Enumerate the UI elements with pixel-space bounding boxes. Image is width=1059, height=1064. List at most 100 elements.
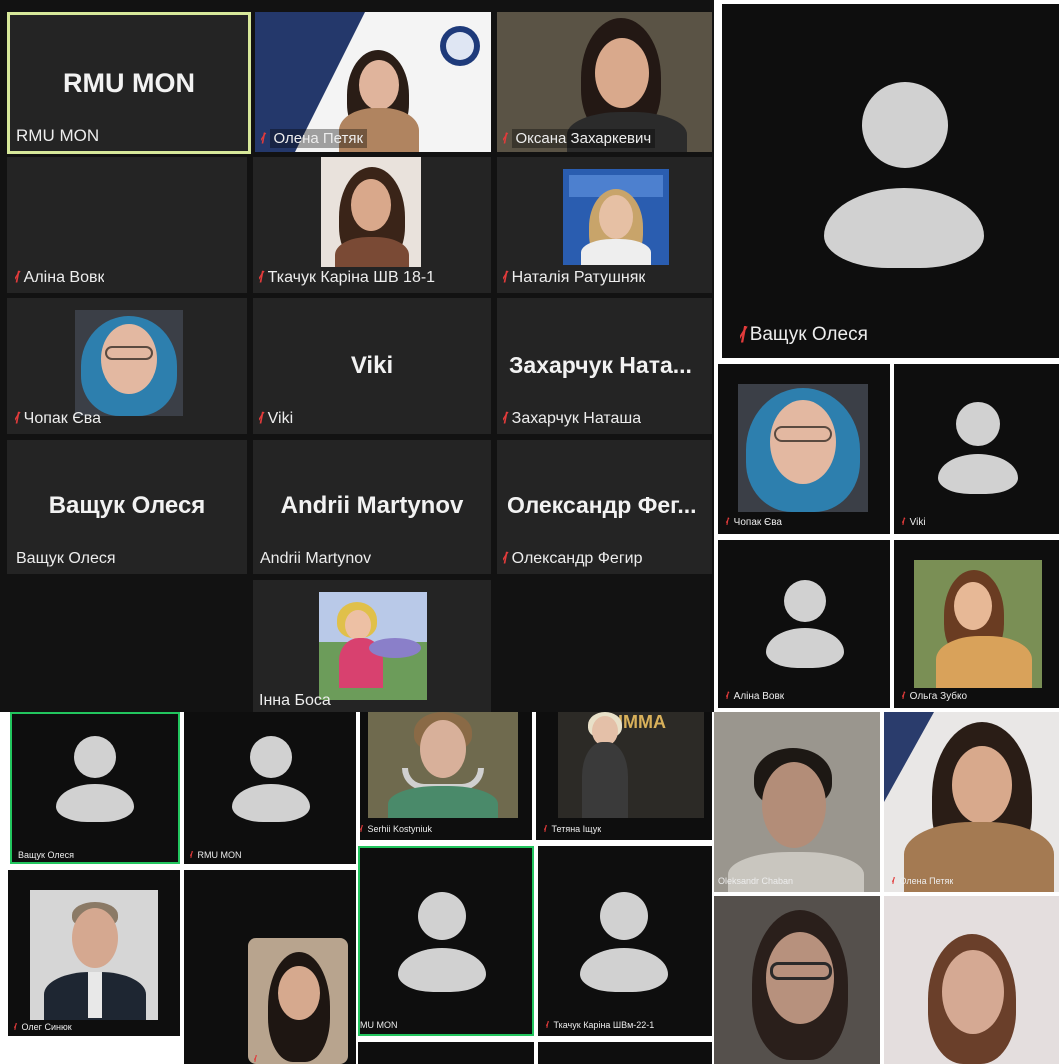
- mic-muted-icon: ⁄̸: [726, 517, 728, 528]
- mic-muted-icon: ⁄̸: [254, 1054, 256, 1064]
- video-feed: [75, 310, 183, 416]
- participant-label: ⁄̸ Ольга Зубко: [902, 691, 968, 702]
- mic-muted-icon: ⁄̸: [726, 691, 728, 702]
- participant-tile-alina-vovk[interactable]: ⁄̸ Аліна Вовк: [7, 157, 247, 293]
- participant-tile-rmu-mon-2[interactable]: MU MON: [358, 846, 534, 1036]
- person-face: [595, 38, 649, 108]
- participant-tile-inna-bosa[interactable]: Інна Боса: [253, 580, 491, 712]
- participant-tile-chopak-yeva[interactable]: ⁄̸ Чопак Єва: [7, 298, 247, 434]
- participant-tile-rmu-mon[interactable]: ⁄̸ RMU MON: [184, 712, 356, 864]
- participant-tile-tkachuk-karina[interactable]: ⁄̸ Ткачук Каріна ШВм-22-1: [538, 846, 712, 1036]
- avatar-body-shape: [56, 784, 134, 822]
- participant-tile-vashchuk-olesia[interactable]: Ващук Олеся Ващук Олеся: [7, 440, 247, 574]
- participant-label: Ващук Олеся: [18, 850, 74, 860]
- participant-label: ⁄̸: [254, 1054, 262, 1064]
- mic-muted-icon: ⁄̸: [902, 691, 904, 702]
- zoom-gallery-panel-a: RMU MON RMU MON ⁄̸ Олена Петяк ⁄̸ Оксана…: [0, 0, 714, 712]
- participant-display-name: Viki: [350, 352, 394, 379]
- person-body: [582, 742, 628, 818]
- glasses: [770, 962, 832, 980]
- participant-tile-tetiana-ishchuk[interactable]: IMMA ⁄̸ Тетяна Іщук: [536, 712, 712, 840]
- participant-tile-olena-petiak[interactable]: ⁄̸ Олена Петяк: [255, 12, 491, 152]
- video-feed: [914, 560, 1042, 688]
- glasses: [774, 426, 832, 442]
- mic-muted-icon: ⁄̸: [360, 824, 362, 834]
- participant-display-name: Ващук Олеся: [48, 492, 206, 519]
- participant-tile-andrii-martynov[interactable]: Andrii Martynov Andrii Martynov: [253, 440, 491, 574]
- participant-tile-natalia-ratushniak[interactable]: ⁄̸ Наталія Ратушняк: [497, 157, 712, 293]
- video-feed: [248, 938, 348, 1064]
- person-body: [335, 237, 409, 267]
- participant-tile-partial[interactable]: [538, 1042, 712, 1064]
- zoom-gallery-panel-c: Ващук Олеся ⁄̸ RMU MON ⁄̸ Serhii Kostyni…: [0, 712, 714, 1064]
- participant-tile-glasses-woman[interactable]: [714, 896, 880, 1064]
- participant-display-name: RMU MON: [63, 68, 195, 98]
- participant-tile-vashchuk-olesia[interactable]: Ващук Олеся: [10, 712, 180, 864]
- person-body: [936, 636, 1032, 688]
- participant-tile-zakharchuk-natasha[interactable]: Захарчук Ната... ⁄̸ Захарчук Наташа: [497, 298, 712, 434]
- participant-tile-woman[interactable]: [884, 896, 1059, 1064]
- participant-tile-viki[interactable]: ⁄̸ Viki: [894, 364, 1059, 534]
- participant-label: ⁄̸ Аліна Вовк: [15, 269, 105, 286]
- participant-label: ⁄̸ Олександр Фегир: [503, 550, 643, 567]
- participant-tile-olena-petiak[interactable]: ⁄̸ Олена Петяк: [884, 712, 1059, 892]
- participant-label: MU MON: [360, 1020, 398, 1030]
- participant-label: ⁄̸ RMU MON: [190, 850, 242, 860]
- participant-tile-chopak-yeva[interactable]: ⁄̸ Чопак Єва: [718, 364, 890, 534]
- participant-display-name: Захарчук Ната...: [509, 352, 692, 378]
- mic-muted-icon: ⁄̸: [902, 517, 904, 528]
- participant-label: ⁄̸ Аліна Вовк: [726, 691, 785, 702]
- participant-tile-oleh-syniuk[interactable]: ⁄̸ Олег Синюк: [8, 870, 180, 1036]
- participant-label: ⁄̸ Ткачук Каріна ШВм-22-1: [546, 1020, 655, 1030]
- banner-logo: IMMA: [618, 712, 666, 732]
- person-body: [728, 852, 864, 892]
- glasses: [105, 346, 153, 360]
- participant-label: ⁄̸ Олена Петяк: [261, 129, 368, 148]
- person-face: [351, 179, 391, 231]
- person-face: [770, 400, 836, 484]
- person-face: [952, 746, 1012, 824]
- participant-tile-vashchuk-olesia-large[interactable]: ⁄̸ Ващук Олеся: [722, 4, 1059, 358]
- avatar-body-shape: [398, 948, 486, 992]
- mic-muted-icon: ⁄̸: [14, 1022, 16, 1032]
- mic-muted-icon: ⁄̸: [892, 876, 894, 886]
- avatar-placeholder-icon: [956, 402, 1000, 446]
- participant-label: ⁄̸ Ващук Олеся: [740, 322, 868, 347]
- participant-tile-viki[interactable]: Viki ⁄̸ Viki: [253, 298, 491, 434]
- video-feed: [368, 712, 518, 818]
- participant-tile-tkachuk-karina[interactable]: ⁄̸ Ткачук Каріна ШВ 18-1: [253, 157, 491, 293]
- participant-tile-oksana-zakharkevych[interactable]: ⁄̸ Оксана Захаркевич: [497, 12, 712, 152]
- avatar-body-shape: [824, 188, 984, 268]
- mic-muted-icon: ⁄̸: [503, 410, 506, 427]
- participant-label: ⁄̸ Олена Петяк: [892, 876, 954, 886]
- participant-tile-oleksandr-fehyr[interactable]: Олександр Фег... ⁄̸ Олександр Фегир: [497, 440, 712, 574]
- avatar-placeholder-icon: [418, 892, 466, 940]
- participant-tile-alina-vovk[interactable]: ⁄̸ Аліна Вовк: [718, 540, 890, 708]
- participant-display-name: Олександр Фег...: [507, 492, 697, 518]
- video-feed: [321, 157, 421, 267]
- participant-label: ⁄̸ Viki: [902, 517, 926, 528]
- participant-tile-serhii-kostyniuk[interactable]: ⁄̸ Serhii Kostyniuk: [360, 712, 532, 840]
- avatar-placeholder-icon: [784, 580, 826, 622]
- participant-label: ⁄̸ Оксана Захаркевич: [503, 129, 656, 148]
- mic-muted-icon: ⁄̸: [15, 410, 18, 427]
- person-face: [954, 582, 992, 630]
- avatar-placeholder-icon: [600, 892, 648, 940]
- participant-tile-olha-zubko[interactable]: ⁄̸ Ольга Зубко: [894, 540, 1059, 708]
- participant-label: ⁄̸ Чопак Єва: [15, 410, 101, 427]
- participant-tile-rmu-mon[interactable]: RMU MON RMU MON: [7, 12, 251, 154]
- person-face: [345, 610, 371, 640]
- participant-label: Andrii Martynov: [260, 550, 372, 567]
- participant-tile-unnamed[interactable]: ⁄̸: [184, 870, 356, 1064]
- participant-tile-partial[interactable]: [358, 1042, 534, 1064]
- mic-muted-icon: ⁄̸: [261, 130, 264, 147]
- participant-label: ⁄̸ Serhii Kostyniuk: [360, 824, 433, 834]
- zoom-gallery-panel-b: ⁄̸ Ващук Олеся ⁄̸ Чопак Єва ⁄̸ Viki ⁄̸ А…: [714, 0, 1059, 712]
- person-face: [278, 966, 320, 1020]
- avatar-placeholder-icon: [250, 736, 292, 778]
- video-feed: [738, 384, 868, 512]
- person-body: [581, 239, 651, 265]
- participant-tile-oleksandr-chaban[interactable]: Oleksandr Chaban: [714, 712, 880, 892]
- mic-muted-icon: ⁄̸: [190, 850, 192, 860]
- participant-label: ⁄̸ Тетяна Іщук: [544, 824, 602, 834]
